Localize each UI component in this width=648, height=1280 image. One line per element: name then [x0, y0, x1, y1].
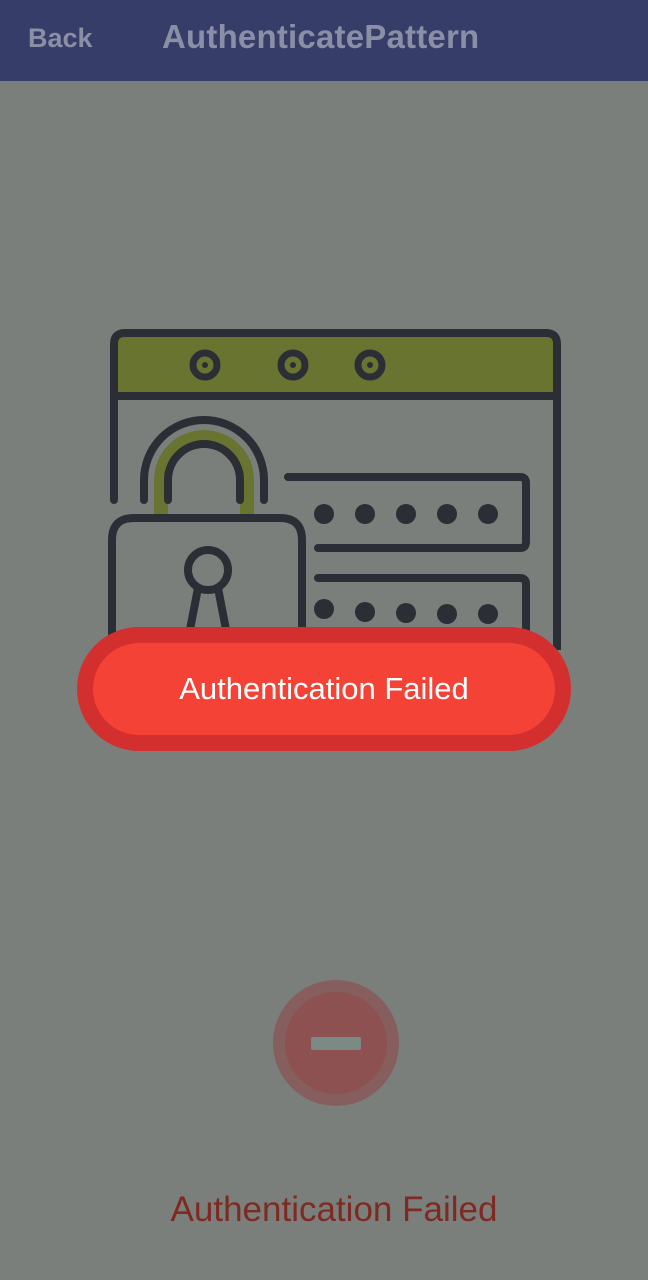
error-toast: Authentication Failed — [77, 627, 571, 751]
browser-titlebar — [113, 335, 553, 393]
back-button[interactable]: Back — [28, 20, 93, 56]
password-dots-1 — [314, 504, 498, 524]
lock-body — [108, 514, 306, 640]
authenticate-button-inner — [285, 992, 387, 1094]
lock-keyhole — [184, 546, 232, 594]
browser-lock-password-icon — [108, 329, 561, 650]
authenticate-button[interactable] — [273, 980, 399, 1106]
app-header: Back AuthenticatePattern — [0, 0, 648, 81]
minus-icon — [311, 1036, 361, 1050]
password-dots-2 — [314, 599, 498, 624]
status-message: Authentication Failed — [170, 1190, 498, 1229]
page-title: AuthenticatePattern — [162, 18, 480, 55]
toast-message: Authentication Failed — [179, 671, 469, 706]
